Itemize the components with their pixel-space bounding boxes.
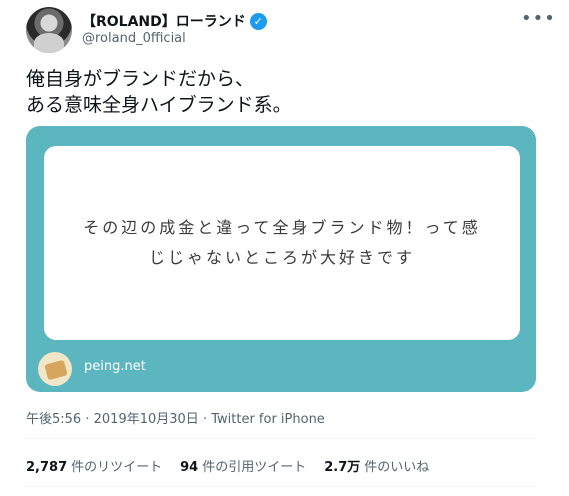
card-question-text: その辺の成金と違って全身ブランド物！って感 じじゃないところが大好きです (83, 218, 481, 267)
retweets-count: 2,787 (26, 460, 68, 475)
likes-label: 件のいいね (364, 460, 430, 475)
meta-separator: · (202, 412, 208, 427)
quotes-count: 94 (180, 460, 199, 475)
more-options-icon[interactable]: ••• (521, 8, 556, 29)
divider (26, 486, 536, 487)
retweets-label: 件のリツイート (71, 460, 163, 475)
meta-separator: · (85, 412, 90, 427)
likes-count: 2.7万 (324, 460, 361, 475)
author-handle[interactable]: @roland_0fficial (82, 31, 186, 46)
avatar[interactable] (26, 7, 72, 53)
tweet-time[interactable]: 午後5:56 (26, 412, 81, 427)
author-display-name[interactable]: 【ROLAND】ローランド (82, 11, 246, 31)
quotes-stat[interactable]: 94 件の引用ツイート (180, 456, 306, 475)
card-domain: peing.net (84, 359, 146, 374)
tweet: 【ROLAND】ローランド ✓ @roland_0fficial ••• 俺自身… (0, 0, 569, 496)
retweets-stat[interactable]: 2,787 件のリツイート (26, 456, 162, 475)
link-card[interactable]: その辺の成金と違って全身ブランド物！って感 じじゃないところが大好きです pei… (26, 126, 536, 392)
tweet-source[interactable]: Twitter for iPhone (211, 412, 325, 427)
author-name-row: 【ROLAND】ローランド ✓ (82, 11, 267, 31)
engagement-stats: 2,787 件のリツイート 94 件の引用ツイート 2.7万 件のいいね (26, 456, 429, 475)
peing-logo-icon (38, 352, 72, 386)
tweet-date[interactable]: 2019年10月30日 (94, 412, 199, 427)
tweet-text: 俺自身がブランドだから、 ある意味全身ハイブランド系。 (26, 68, 292, 116)
divider (26, 438, 536, 439)
verified-badge-icon: ✓ (249, 12, 267, 30)
tweet-meta: 午後5:56 · 2019年10月30日 · Twitter for iPhon… (26, 408, 325, 427)
card-question-box: その辺の成金と違って全身ブランド物！って感 じじゃないところが大好きです (44, 146, 520, 340)
quotes-label: 件の引用ツイート (202, 460, 307, 475)
likes-stat[interactable]: 2.7万 件のいいね (324, 456, 429, 475)
